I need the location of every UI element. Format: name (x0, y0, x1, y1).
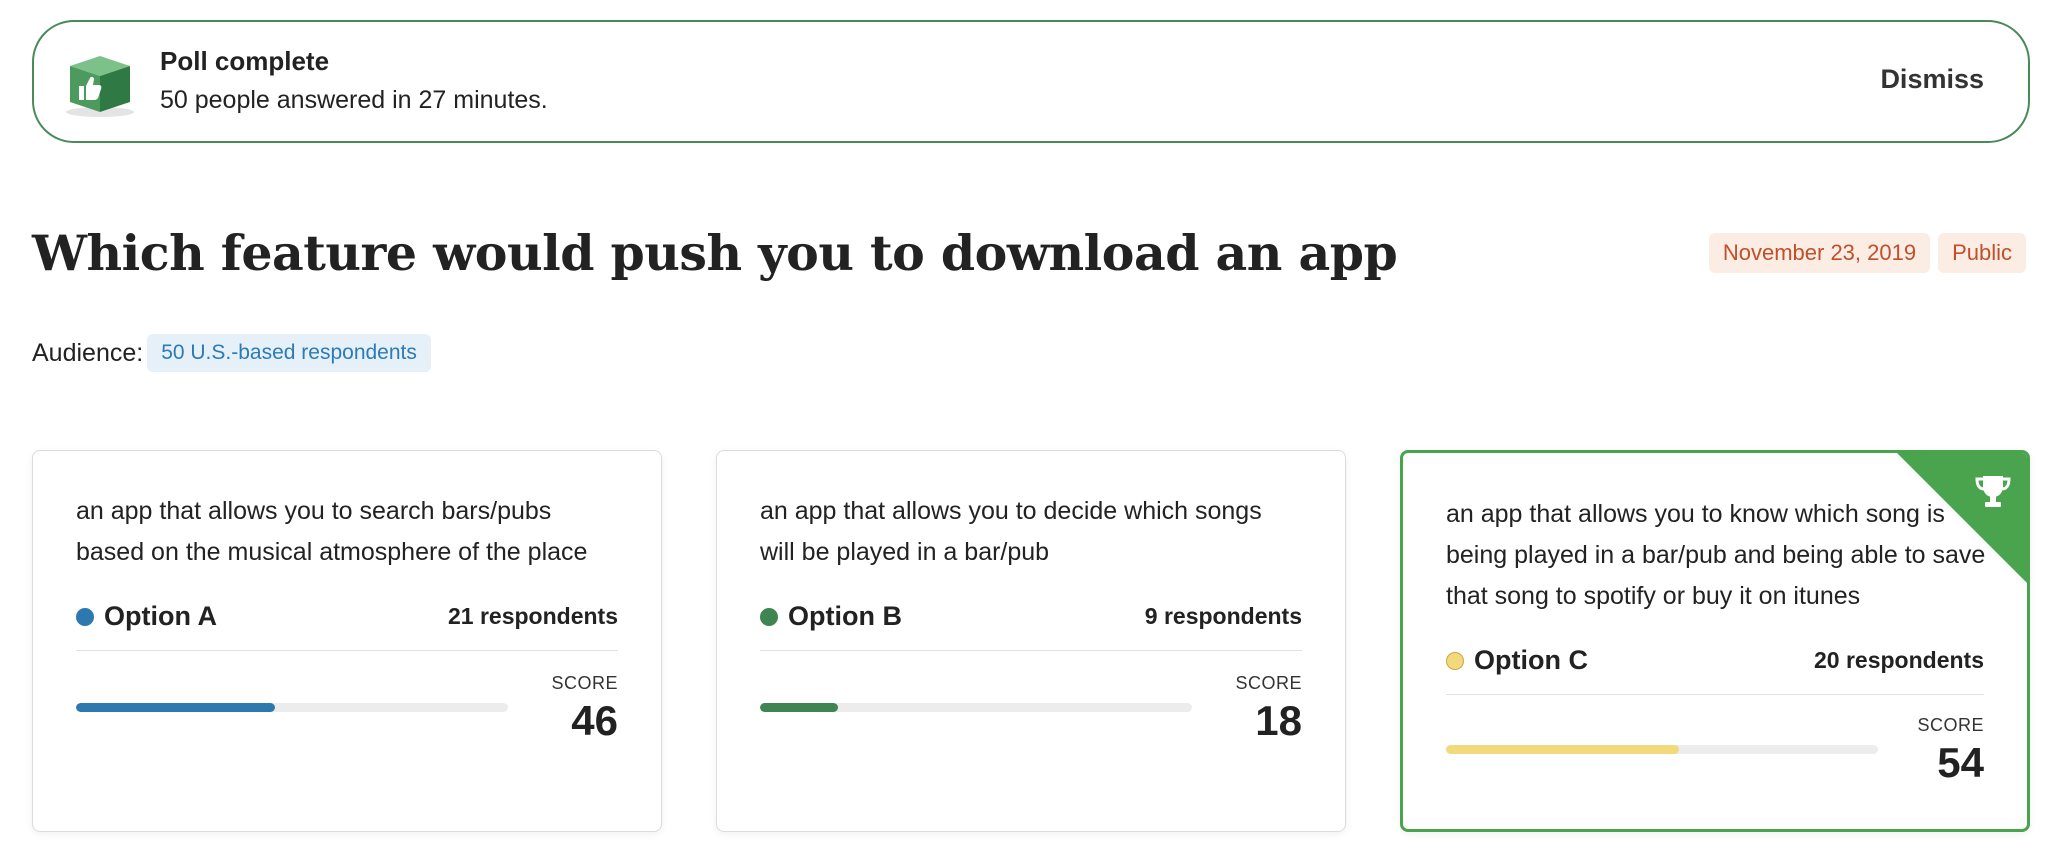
option-name: Option C (1474, 645, 1588, 675)
audience-chip[interactable]: 50 U.S.-based respondents (147, 334, 431, 372)
date-badge: November 23, 2019 (1708, 233, 1931, 273)
option-description: an app that allows you to know which son… (1446, 500, 1986, 610)
option-name: Option B (788, 601, 902, 631)
banner-subtitle: 50 people answered in 27 minutes. (160, 86, 548, 114)
score-bar-fill (760, 703, 838, 712)
option-card-c[interactable]: an app that allows you to know which son… (1400, 450, 2030, 832)
option-color-dot (1446, 651, 1464, 670)
banner-text: Poll complete 50 people answered in 27 m… (160, 44, 548, 118)
option-name: Option A (104, 601, 217, 631)
score-label: SCORE (551, 673, 618, 693)
audience-row: Audience: 50 U.S.-based respondents (32, 334, 431, 372)
option-card-b[interactable]: an app that allows you to decide which s… (716, 450, 1346, 832)
respondent-count: 9 respondents (1144, 603, 1302, 629)
option-header: Option B 9 respondents (760, 601, 1302, 651)
option-card-a[interactable]: an app that allows you to search bars/pu… (32, 450, 662, 832)
poll-meta: November 23, 2019 Public (1708, 233, 2026, 273)
audience-label: Audience: (32, 338, 144, 367)
score-bar (1446, 745, 1878, 754)
score-value: 18 (1255, 697, 1302, 744)
visibility-badge: Public (1938, 233, 2026, 273)
option-color-dot (76, 607, 94, 626)
score-bar-fill (76, 703, 275, 712)
option-header: Option C 20 respondents (1446, 645, 1984, 695)
score-box: SCORE 18 (1235, 673, 1302, 746)
poll-results-page: Poll complete 50 people answered in 27 m… (0, 0, 2060, 860)
score-bar-fill (1446, 745, 1680, 754)
respondent-count: 20 respondents (1814, 647, 1984, 673)
banner-title: Poll complete (160, 46, 330, 76)
score-box: SCORE 54 (1917, 715, 1984, 788)
respondent-count: 21 respondents (448, 603, 618, 629)
page-title: Which feature would push you to download… (32, 224, 1398, 282)
score-value: 46 (571, 697, 618, 744)
poll-complete-banner: Poll complete 50 people answered in 27 m… (32, 20, 2030, 143)
option-header: Option A 21 respondents (76, 601, 618, 651)
score-bar (76, 703, 508, 712)
score-box: SCORE 46 (551, 673, 618, 746)
option-color-dot (760, 607, 778, 626)
thumbs-up-box-icon (66, 56, 134, 117)
score-label: SCORE (1917, 715, 1984, 735)
score-label: SCORE (1235, 673, 1302, 693)
score-value: 54 (1937, 739, 1984, 786)
dismiss-button[interactable]: Dismiss (1880, 64, 1984, 95)
score-bar (760, 703, 1192, 712)
option-description: an app that allows you to search bars/pu… (76, 497, 588, 566)
option-description: an app that allows you to decide which s… (760, 497, 1262, 566)
